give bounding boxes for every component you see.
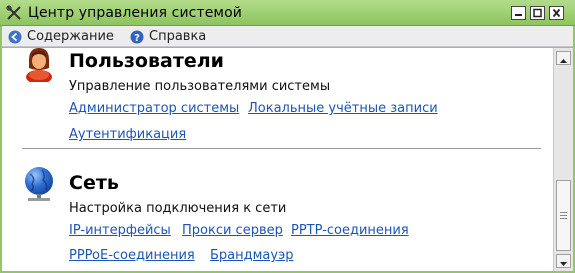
- scroll-thumb[interactable]: [556, 180, 571, 251]
- minimize-icon: [515, 14, 522, 16]
- scroll-down-button[interactable]: [556, 254, 571, 268]
- globe-network-icon: [22, 166, 56, 201]
- link-sysadmin[interactable]: Администратор системы: [69, 101, 239, 116]
- link-pppoe-connections[interactable]: PPPoE-соединения: [69, 248, 195, 263]
- minimize-button[interactable]: [511, 6, 526, 20]
- arrow-up-icon: [560, 59, 567, 63]
- users-title: Пользователи: [69, 50, 224, 72]
- tools-icon: [6, 5, 22, 21]
- back-arrow-icon: [8, 30, 22, 44]
- title-bar[interactable]: Центр управления системой: [0, 0, 575, 26]
- help-label: Справка: [149, 29, 207, 44]
- link-authentication[interactable]: Аутентификация: [69, 127, 186, 142]
- grip-line: [560, 215, 567, 216]
- arrow-down-icon: [560, 262, 567, 266]
- user-icon: [22, 48, 56, 84]
- section-divider: [22, 148, 541, 149]
- window-title: Центр управления системой: [28, 5, 242, 21]
- link-ip-interfaces[interactable]: IP-интерфейсы: [69, 223, 171, 238]
- grip-line: [560, 212, 567, 213]
- close-button[interactable]: [549, 6, 564, 20]
- maximize-button[interactable]: [530, 6, 545, 20]
- vertical-scrollbar[interactable]: [553, 48, 573, 271]
- toolbar: Содержание ? Справка: [2, 26, 573, 47]
- svg-text:?: ?: [134, 33, 140, 44]
- help-button[interactable]: ? Справка: [130, 28, 206, 45]
- contents-button[interactable]: Содержание: [8, 28, 114, 45]
- maximize-icon: [533, 8, 542, 18]
- scroll-up-button[interactable]: [556, 51, 571, 65]
- help-icon: ?: [130, 30, 144, 44]
- content-pane: Пользователи Управление пользователями с…: [2, 48, 553, 271]
- users-description: Управление пользователями системы: [69, 79, 331, 94]
- grip-line: [560, 218, 567, 219]
- network-title: Сеть: [69, 172, 119, 194]
- network-description: Настройка подключения к сети: [69, 201, 287, 216]
- close-icon: [552, 8, 561, 18]
- link-proxy-server[interactable]: Прокси сервер: [182, 223, 283, 238]
- control-center-window: Центр управления системой Содержание ? С…: [0, 0, 575, 273]
- link-local-accounts[interactable]: Локальные учётные записи: [248, 101, 438, 116]
- contents-label: Содержание: [27, 29, 114, 44]
- link-pptp-connections[interactable]: PPTP-соединения: [291, 223, 409, 238]
- link-firewall[interactable]: Брандмауэр: [210, 248, 293, 263]
